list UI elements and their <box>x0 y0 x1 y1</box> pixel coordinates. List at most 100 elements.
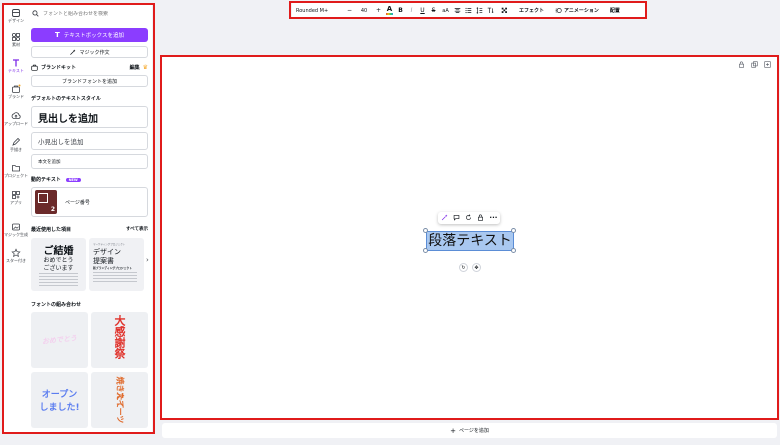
editor-app: デザイン 素材 テキスト ブランド アップロード 手描き プロジェクト アプリ <box>0 0 780 445</box>
rail-item-design[interactable]: デザイン <box>3 8 29 23</box>
recent-template-card-proposal[interactable]: マーケティングプロジェクト デザイン 提案書 新ブランディングプロジェクト <box>89 238 144 291</box>
upload-icon <box>11 112 21 119</box>
rail-item-brand[interactable]: ブランド <box>3 84 29 99</box>
search-input[interactable] <box>43 10 143 17</box>
resize-handle[interactable] <box>511 228 516 233</box>
rail-label: デザイン <box>8 18 24 23</box>
left-rail: デザイン 素材 テキスト ブランド アップロード 手描き プロジェクト アプリ <box>3 4 29 434</box>
effects-button[interactable]: エフェクト <box>515 3 548 18</box>
animate-icon <box>555 8 562 13</box>
align-center-icon[interactable] <box>452 3 463 18</box>
wedding-line3: ございます <box>43 265 74 272</box>
magic-write-label: マジック作文 <box>79 49 110 56</box>
rail-item-upload[interactable]: アップロード <box>3 111 29 126</box>
see-all-link[interactable]: すべて表示 <box>126 226 148 233</box>
add-heading-button[interactable]: 見出しを追加 <box>31 106 148 128</box>
add-brand-font-button[interactable]: ブランドフォントを追加 <box>31 75 148 87</box>
proposal-title-2: 提案書 <box>93 257 114 265</box>
add-textbox-label: テキストボックスを追加 <box>63 33 124 39</box>
position-button[interactable]: 配置 <box>606 3 624 18</box>
lock-element-icon[interactable] <box>477 214 484 223</box>
spacing-icon[interactable] <box>474 3 485 18</box>
rail-label: テキスト <box>8 68 24 73</box>
rail-item-projects[interactable]: プロジェクト <box>3 163 29 178</box>
rail-label: アップロード <box>4 121 28 126</box>
combo-2-text: 大感謝祭 <box>113 315 126 359</box>
text-color-button[interactable]: A <box>384 3 395 18</box>
text-color-letter: A <box>386 5 393 13</box>
rotate-handle-icon[interactable]: ↻ <box>459 263 468 272</box>
rail-item-draw[interactable]: 手描き <box>3 137 29 152</box>
italic-button[interactable]: I <box>406 3 417 18</box>
crown-icon: ♛ <box>142 63 148 71</box>
magic-edit-icon[interactable] <box>441 214 448 223</box>
move-handle-icon[interactable]: ✥ <box>472 263 481 272</box>
font-combo-card-omedetou[interactable]: おめでとう <box>31 312 88 368</box>
bold-button[interactable]: B <box>395 3 406 18</box>
vertical-text-icon[interactable] <box>485 3 496 18</box>
lock-icon[interactable] <box>738 61 745 70</box>
chevron-right-icon[interactable]: › <box>146 256 149 264</box>
rail-label: 素材 <box>12 42 20 47</box>
font-combos-title: フォントの組み合わせ <box>31 302 82 308</box>
underline-button[interactable]: U <box>417 3 428 18</box>
recent-header: 最近使用した項目 すべて表示 <box>31 226 148 233</box>
add-brand-font-label: ブランドフォントを追加 <box>61 78 117 85</box>
resize-handle[interactable] <box>511 248 516 253</box>
recent-title: 最近使用した項目 <box>31 227 72 233</box>
transparency-icon[interactable] <box>496 3 512 18</box>
resize-handle[interactable] <box>423 248 428 253</box>
font-size-input[interactable]: 40 <box>355 3 373 18</box>
font-family-dropdown[interactable]: Rounded M+ <box>292 3 344 18</box>
resize-handle[interactable] <box>423 228 428 233</box>
rail-item-apps[interactable]: アプリ <box>3 190 29 205</box>
text-toolbar: Rounded M+ − 40 + A B I U S aA エフェクト アニメ… <box>292 3 645 18</box>
add-body-text-button[interactable]: 本文を追加 <box>31 154 148 169</box>
magic-wand-icon <box>70 49 76 55</box>
rail-item-text[interactable]: テキスト <box>3 58 29 73</box>
rotate-icon[interactable] <box>465 213 472 223</box>
strikethrough-button[interactable]: S <box>428 3 439 18</box>
wedding-small-text <box>39 273 78 274</box>
page-number-card[interactable]: 2 ページ番号 <box>31 187 148 217</box>
list-icon[interactable] <box>463 3 474 18</box>
brand-icon <box>12 84 21 93</box>
recent-template-card-wedding[interactable]: ご結婚 おめでとう ございます <box>31 238 86 291</box>
rail-item-starred[interactable]: スター付き <box>3 248 29 263</box>
heading-label: 見出しを追加 <box>38 113 98 125</box>
letter-case-button[interactable]: aA <box>439 3 452 18</box>
body-label: 本文を追加 <box>38 159 61 165</box>
star-icon <box>11 248 21 258</box>
magic-media-icon <box>12 223 20 231</box>
add-page-button[interactable]: + ページを追加 <box>162 423 777 438</box>
add-textbox-button[interactable]: T テキストボックスを追加 <box>31 28 148 42</box>
animate-button[interactable]: アニメーション <box>551 3 603 18</box>
add-subheading-button[interactable]: 小見出しを追加 <box>31 132 148 150</box>
combo-4-line2: スイーツ <box>115 391 124 424</box>
design-canvas[interactable]: ··· 段落テキスト ↻ ✥ <box>162 57 777 418</box>
text-color-swatch <box>386 13 393 15</box>
rail-item-elements[interactable]: 素材 <box>3 32 29 47</box>
rail-label: アプリ <box>10 200 22 205</box>
rail-item-magic-media[interactable]: マジック生成 <box>3 222 29 237</box>
selected-text-element[interactable]: 段落テキスト <box>426 231 514 251</box>
more-options-icon[interactable]: ··· <box>489 214 497 222</box>
plus-icon: + <box>450 426 456 435</box>
search-bar[interactable] <box>32 8 146 19</box>
brand-kit-edit-link[interactable]: 編集 <box>130 64 140 71</box>
font-combo-card-daikanshasai[interactable]: 大感謝祭 <box>91 312 148 368</box>
magic-write-button[interactable]: マジック作文 <box>31 46 148 58</box>
comment-icon[interactable] <box>453 214 460 223</box>
rail-label: 手描き <box>10 147 22 152</box>
increase-size-button[interactable]: + <box>373 3 384 18</box>
dynamic-text-title: 動的テキスト NEW <box>31 176 81 183</box>
font-combo-card-open[interactable]: オープン しました! <box>31 372 88 428</box>
add-page-icon[interactable] <box>764 61 771 70</box>
decrease-size-button[interactable]: − <box>344 3 355 18</box>
page-number-label: ページ番号 <box>65 199 90 206</box>
element-context-toolbar: ··· <box>438 212 500 224</box>
font-combo-card-sweets[interactable]: 焼きたて スイーツ <box>91 372 148 428</box>
duplicate-page-icon[interactable] <box>751 61 758 70</box>
search-icon <box>32 10 39 17</box>
default-styles-title: デフォルトのテキストスタイル <box>31 96 101 102</box>
